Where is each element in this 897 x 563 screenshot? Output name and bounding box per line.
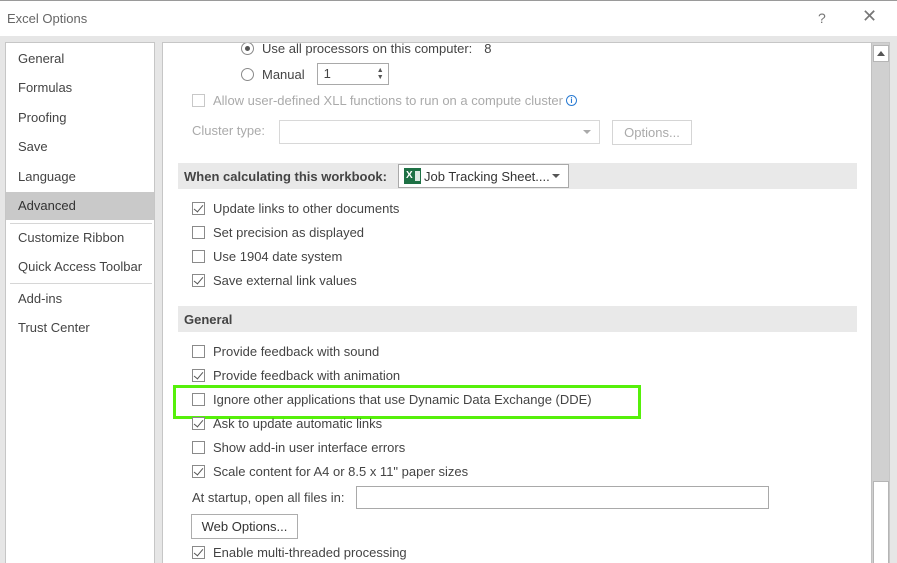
startup-folder-label-row: At startup, open all files in: [192,490,344,505]
sidebar-divider [10,283,152,284]
workbook-select-value: Job Tracking Sheet.... [424,168,550,184]
scroll-up-arrow-icon[interactable] [873,45,889,62]
sidebar-item-add-ins[interactable]: Add-ins [6,285,154,313]
sidebar-item-advanced[interactable]: Advanced [6,192,154,220]
options-sidebar: General Formulas Proofing Save Language … [5,42,155,563]
sidebar-item-formulas[interactable]: Formulas [6,74,154,102]
save-external-links-checkbox[interactable] [192,274,205,287]
addin-errors-label: Show add-in user interface errors [213,440,406,455]
cluster-type-label-row: Cluster type: [192,123,265,138]
feedback-sound-option[interactable]: Provide feedback with sound [192,344,379,359]
date-1904-option[interactable]: Use 1904 date system [192,249,342,264]
sidebar-item-general[interactable]: General [6,45,154,73]
allow-xll-label: Allow user-defined XLL functions to run … [213,93,563,108]
web-options-button[interactable]: Web Options... [191,514,298,539]
cluster-options-button[interactable]: Options... [612,120,692,145]
manual-threads-stepper[interactable]: 1 ▲ ▼ [316,63,389,85]
ignore-dde-label: Ignore other applications that use Dynam… [213,392,592,407]
scale-content-option[interactable]: Scale content for A4 or 8.5 x 11" paper … [192,464,468,479]
date-1904-label: Use 1904 date system [213,249,343,264]
manual-threads-value: 1 [323,66,331,81]
use-all-processors-option[interactable]: Use all processors on this computer: 8 [241,42,492,56]
multithread-label: Enable multi-threaded processing [213,545,407,560]
ignore-dde-option[interactable]: Ignore other applications that use Dynam… [192,392,592,407]
close-icon[interactable]: ✕ [862,7,877,25]
ask-update-links-label: Ask to update automatic links [213,416,383,431]
scroll-thumb[interactable] [873,481,889,563]
advanced-options-panel: Use all processors on this computer: 8 M… [162,42,890,563]
use-all-processors-label: Use all processors on this computer: [262,42,473,56]
general-section-heading: General [184,311,233,327]
info-icon: i [566,95,577,106]
set-precision-label: Set precision as displayed [213,225,365,240]
multithread-checkbox[interactable] [192,546,205,559]
title-bar: Excel Options ? ✕ [0,0,897,36]
workbook-select[interactable]: X Job Tracking Sheet.... [398,164,569,188]
ask-update-links-checkbox[interactable] [192,417,205,430]
chevron-down-icon [552,174,560,178]
allow-xll-option[interactable]: Allow user-defined XLL functions to run … [192,93,577,108]
vertical-scrollbar[interactable] [871,43,889,563]
cluster-type-label: Cluster type: [192,123,265,138]
update-links-label: Update links to other documents [213,201,400,216]
scale-content-label: Scale content for A4 or 8.5 x 11" paper … [213,464,469,479]
sidebar-item-save[interactable]: Save [6,133,154,161]
manual-radio[interactable] [241,67,254,81]
scale-content-checkbox[interactable] [192,465,205,478]
processor-count: 8 [484,42,492,56]
help-icon[interactable]: ? [818,10,826,26]
date-1904-checkbox[interactable] [192,250,205,263]
sidebar-item-proofing[interactable]: Proofing [6,104,154,132]
chevron-down-icon [583,130,591,134]
set-precision-option[interactable]: Set precision as displayed [192,225,364,240]
workbook-section-heading: When calculating this workbook: [184,168,387,184]
update-links-option[interactable]: Update links to other documents [192,201,399,216]
window-title: Excel Options [7,11,88,26]
feedback-animation-option[interactable]: Provide feedback with animation [192,368,400,383]
feedback-animation-checkbox[interactable] [192,369,205,382]
sidebar-item-language[interactable]: Language [6,163,154,191]
save-external-links-label: Save external link values [213,273,357,288]
cluster-type-select[interactable] [279,120,600,144]
stepper-arrows-icon[interactable]: ▲ ▼ [377,67,384,81]
update-links-checkbox[interactable] [192,202,205,215]
feedback-sound-label: Provide feedback with sound [213,344,380,359]
feedback-sound-checkbox[interactable] [192,345,205,358]
ask-update-links-option[interactable]: Ask to update automatic links [192,416,382,431]
sidebar-item-quick-access-toolbar[interactable]: Quick Access Toolbar [6,253,154,281]
multithread-option[interactable]: Enable multi-threaded processing [192,545,407,560]
sidebar-item-trust-center[interactable]: Trust Center [6,314,154,342]
use-all-processors-radio[interactable] [241,43,254,55]
sidebar-item-customize-ribbon[interactable]: Customize Ribbon [6,224,154,252]
allow-xll-checkbox[interactable] [192,94,205,107]
manual-processors-option[interactable]: Manual 1 ▲ ▼ [241,63,389,85]
addin-errors-checkbox[interactable] [192,441,205,454]
manual-label: Manual [262,66,305,82]
general-section-header: General [178,306,857,332]
save-external-links-option[interactable]: Save external link values [192,273,357,288]
feedback-animation-label: Provide feedback with animation [213,368,401,383]
startup-folder-label: At startup, open all files in: [192,490,345,505]
excel-icon: X [404,168,421,184]
addin-errors-option[interactable]: Show add-in user interface errors [192,440,405,455]
ignore-dde-checkbox[interactable] [192,393,205,406]
set-precision-checkbox[interactable] [192,226,205,239]
startup-folder-input[interactable] [356,486,769,509]
